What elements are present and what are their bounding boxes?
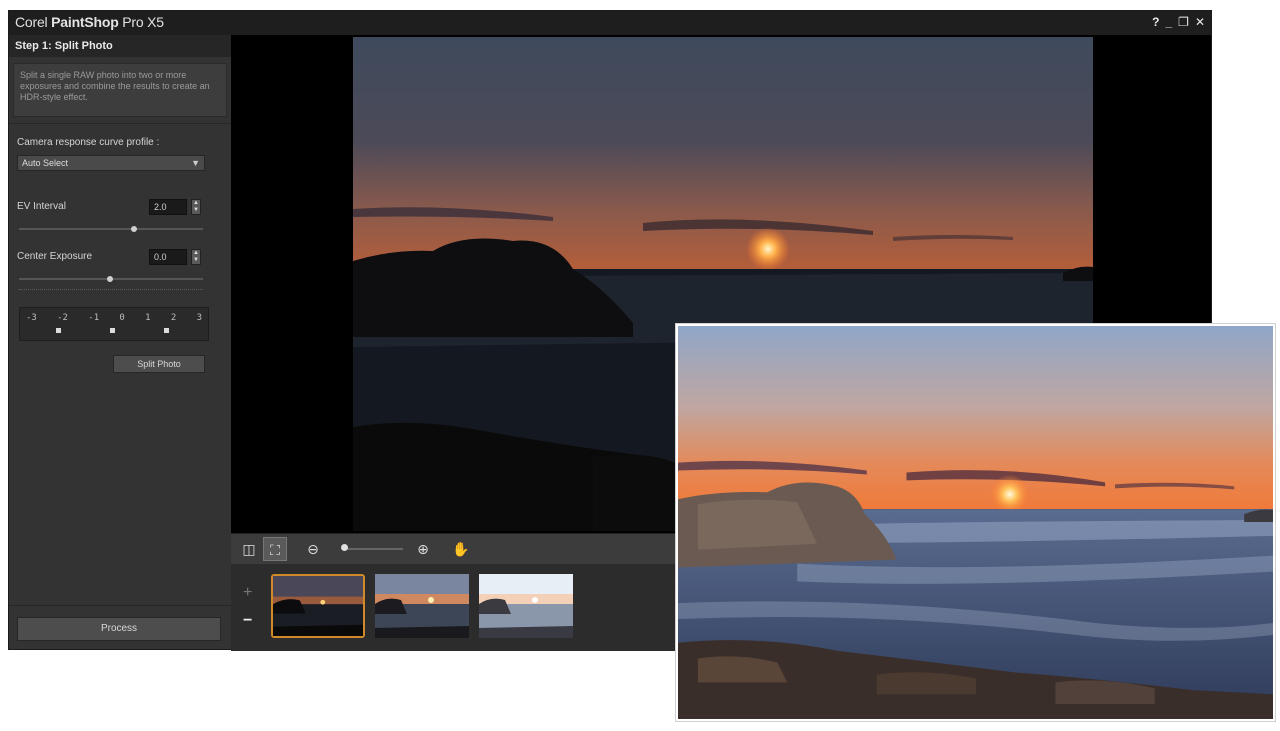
zoom-out-icon[interactable]: ⊖ (301, 537, 325, 561)
chevron-down-icon: ▼ (191, 158, 200, 168)
panel-divider (9, 605, 231, 606)
ev-tick: -1 (88, 313, 100, 323)
ev-tick: 0 (119, 313, 125, 323)
camera-curve-value: Auto Select (22, 158, 69, 168)
fit-icon[interactable]: ◫ (237, 537, 261, 561)
center-exposure-field[interactable]: 0.0 (149, 249, 187, 265)
ev-scale: -3 -2 -1 0 1 2 3 (19, 307, 209, 341)
center-exposure-stepper[interactable]: ▲ ▼ (191, 249, 201, 265)
thumbnail-underexposed[interactable] (271, 574, 365, 638)
ev-interval-label: EV Interval (17, 201, 66, 212)
title-bar: Corel PaintShop Pro X5 ? _ ❐ ✕ (9, 11, 1211, 35)
center-exposure-label: Center Exposure (17, 251, 93, 262)
pan-hand-icon[interactable]: ✋ (449, 537, 473, 561)
ev-scale-labels: -3 -2 -1 0 1 2 3 (26, 313, 202, 323)
slider-tick-row (19, 289, 203, 291)
result-image (678, 326, 1273, 719)
ev-interval-thumb[interactable] (131, 226, 137, 232)
close-button[interactable]: ✕ (1195, 15, 1205, 29)
thumbnail-normal[interactable] (375, 574, 469, 638)
split-photo-panel: Step 1: Split Photo Split a single RAW p… (9, 35, 232, 649)
center-exposure-thumb[interactable] (107, 276, 113, 282)
restore-button[interactable]: ❐ (1178, 15, 1189, 29)
ev-interval-slider[interactable] (19, 228, 203, 230)
step-title: Step 1: Split Photo (9, 35, 231, 57)
ev-interval-field[interactable]: 2.0 (149, 199, 187, 215)
thumbnail-image (375, 574, 469, 638)
split-photo-button[interactable]: Split Photo (113, 355, 205, 373)
camera-curve-select[interactable]: Auto Select ▼ (17, 155, 205, 171)
panel-divider (9, 123, 231, 124)
app-title-suffix: Pro X5 (122, 14, 164, 30)
camera-curve-label: Camera response curve profile : (17, 137, 160, 148)
process-button[interactable]: Process (17, 617, 221, 641)
ev-tick: 3 (196, 313, 202, 323)
thumbnail-overexposed[interactable] (479, 574, 573, 638)
ev-tick: 2 (170, 313, 177, 323)
step-description: Split a single RAW photo into two or mor… (13, 63, 227, 117)
ev-marker (56, 328, 61, 333)
app-title: Corel PaintShop Pro X5 (15, 14, 164, 30)
app-title-brand: PaintShop (51, 14, 119, 30)
hdr-result-photo (676, 324, 1275, 721)
ev-tick: 1 (145, 313, 151, 323)
ev-marker (110, 328, 115, 333)
remove-exposure-button[interactable]: − (243, 612, 252, 630)
ev-marker (164, 328, 169, 333)
ev-interval-stepper[interactable]: ▲ ▼ (191, 199, 201, 215)
minimize-button[interactable]: _ (1165, 15, 1172, 29)
ev-tick: -2 (57, 313, 68, 323)
zoom-slider-thumb[interactable] (341, 544, 348, 551)
thumbnail-image (273, 576, 363, 636)
help-button[interactable]: ? (1152, 15, 1159, 29)
zoom-in-icon[interactable]: ⊕ (411, 537, 435, 561)
ev-tick: -3 (26, 313, 37, 323)
thumbnail-image (479, 574, 573, 638)
app-title-prefix: Corel (15, 14, 48, 30)
actual-size-icon[interactable]: ⛶ (263, 537, 287, 561)
add-exposure-button[interactable]: + (243, 584, 252, 602)
zoom-slider[interactable] (343, 548, 403, 550)
window-controls: ? _ ❐ ✕ (1152, 15, 1205, 29)
